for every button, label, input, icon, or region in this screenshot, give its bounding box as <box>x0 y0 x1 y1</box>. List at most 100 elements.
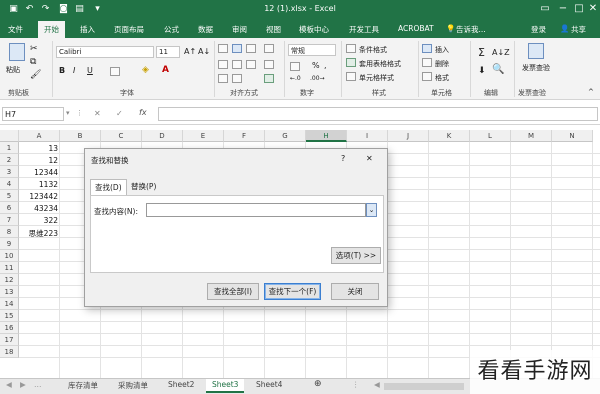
merge-center-icon[interactable] <box>264 74 274 83</box>
row-header[interactable]: 4 <box>0 178 19 190</box>
scroll-sheets-right-icon[interactable]: ▶ <box>20 380 26 389</box>
format-as-table-icon[interactable] <box>346 58 356 67</box>
close-button[interactable]: 关闭 <box>331 283 379 300</box>
autosum-icon[interactable]: Σ <box>478 46 485 59</box>
close-window-icon[interactable]: ✕ <box>586 3 600 14</box>
column-header[interactable]: D <box>142 130 183 142</box>
conditional-format-button[interactable]: 条件格式 <box>359 45 387 55</box>
dialog-close-icon[interactable]: ✕ <box>366 154 373 163</box>
row-header[interactable]: 17 <box>0 334 19 346</box>
row-header[interactable]: 12 <box>0 274 19 286</box>
cell-value[interactable]: 1132 <box>39 180 58 189</box>
find-next-button[interactable]: 查找下一个(F) <box>264 283 321 300</box>
tab-view[interactable]: 视图 <box>266 24 281 35</box>
row-header[interactable]: 11 <box>0 262 19 274</box>
column-header[interactable]: K <box>429 130 470 142</box>
underline-button[interactable]: U <box>87 66 93 75</box>
tell-me-input[interactable]: 告诉我... <box>456 24 486 35</box>
row-header[interactable]: 7 <box>0 214 19 226</box>
font-color-icon[interactable]: A <box>162 65 169 75</box>
cell-value[interactable]: 13 <box>48 144 58 153</box>
conditional-format-icon[interactable] <box>346 44 356 53</box>
hscroll-left-icon[interactable]: ◀ <box>374 380 380 389</box>
decrease-font-icon[interactable]: A↓ <box>198 47 210 56</box>
format-as-table-button[interactable]: 套用表格格式 <box>359 59 401 69</box>
row-header[interactable]: 1 <box>0 142 19 154</box>
fill-icon[interactable]: ⬇ <box>478 66 486 76</box>
bold-button[interactable]: B <box>59 66 65 75</box>
align-bottom-icon[interactable] <box>246 44 256 53</box>
options-button[interactable]: 选项(T) >> <box>331 247 381 264</box>
sort-filter-icon[interactable]: A↓Z <box>492 48 510 57</box>
number-format-select[interactable]: 常规 <box>288 44 336 56</box>
cell-value[interactable]: 43234 <box>34 204 58 213</box>
scroll-sheets-left-icon[interactable]: ◀ <box>6 380 12 389</box>
decrease-decimal-icon[interactable]: .00→ <box>310 75 325 82</box>
insert-cells-icon[interactable] <box>422 44 432 53</box>
column-header[interactable]: J <box>388 130 429 142</box>
tab-template-center[interactable]: 模板中心 <box>299 24 329 35</box>
tab-split-icon[interactable]: ⋮ <box>352 380 360 389</box>
column-header[interactable]: L <box>470 130 511 142</box>
find-history-dropdown-icon[interactable]: ⌄ <box>366 203 377 217</box>
tab-file[interactable]: 文件 <box>8 24 23 35</box>
tab-insert[interactable]: 插入 <box>80 24 95 35</box>
tab-page-layout[interactable]: 页面布局 <box>114 24 144 35</box>
row-header[interactable]: 13 <box>0 286 19 298</box>
insert-cells-button[interactable]: 插入 <box>435 45 449 55</box>
borders-icon[interactable] <box>110 67 120 76</box>
minimize-icon[interactable]: − <box>556 3 570 14</box>
maximize-icon[interactable]: □ <box>572 3 586 14</box>
row-header[interactable]: 18 <box>0 346 19 358</box>
add-sheet-icon[interactable]: ⊕ <box>314 379 322 389</box>
insert-function-icon[interactable]: fx <box>139 108 147 117</box>
tab-data[interactable]: 数据 <box>198 24 213 35</box>
cell-styles-button[interactable]: 单元格样式 <box>359 73 394 83</box>
row-header[interactable]: 5 <box>0 190 19 202</box>
increase-decimal-icon[interactable]: ←.0 <box>290 75 301 82</box>
column-header[interactable]: I <box>347 130 388 142</box>
find-what-input[interactable] <box>146 203 366 217</box>
row-header[interactable]: 9 <box>0 238 19 250</box>
sheet-tab[interactable]: Sheet2 <box>168 380 194 389</box>
align-left-icon[interactable] <box>218 60 228 69</box>
font-name-select[interactable]: Calibri <box>56 46 154 58</box>
fill-color-icon[interactable]: ◈ <box>142 65 149 75</box>
row-header[interactable]: 14 <box>0 298 19 310</box>
delete-cells-button[interactable]: 删除 <box>435 59 449 69</box>
cut-icon[interactable]: ✂ <box>30 44 38 54</box>
comma-style-icon[interactable]: , <box>324 61 327 70</box>
column-header[interactable]: N <box>552 130 593 142</box>
format-cells-icon[interactable] <box>422 72 432 81</box>
row-header[interactable]: 8 <box>0 226 19 238</box>
accounting-format-icon[interactable] <box>290 62 300 71</box>
confirm-entry-icon[interactable]: ✓ <box>116 109 123 118</box>
ribbon-display-icon[interactable]: ▭ <box>538 3 552 14</box>
row-header[interactable]: 16 <box>0 322 19 334</box>
column-header[interactable]: F <box>224 130 265 142</box>
cell-value[interactable]: 123442 <box>29 192 58 201</box>
align-right-icon[interactable] <box>246 60 256 69</box>
format-cells-button[interactable]: 格式 <box>435 73 449 83</box>
sheet-tab[interactable]: 库存清单 <box>68 380 98 391</box>
share-button[interactable]: 共享 <box>571 24 586 35</box>
orientation-icon[interactable] <box>264 44 274 53</box>
sheet-ellipsis-icon[interactable]: … <box>34 380 42 389</box>
cell-value[interactable]: 思维223 <box>29 228 58 239</box>
cell-styles-icon[interactable] <box>346 72 356 81</box>
row-header[interactable]: 10 <box>0 250 19 262</box>
cell-value[interactable]: 12344 <box>34 168 58 177</box>
tab-replace[interactable]: 替换(P) <box>127 179 160 194</box>
select-all-corner[interactable] <box>0 130 19 142</box>
find-select-icon[interactable]: 🔍 <box>492 64 504 75</box>
align-center-icon[interactable] <box>232 60 242 69</box>
decrease-indent-icon[interactable] <box>218 74 228 83</box>
name-box[interactable]: H7 <box>2 107 64 121</box>
invoice-check-button[interactable]: 发票查验 <box>521 64 551 73</box>
column-header[interactable]: G <box>265 130 306 142</box>
paste-button[interactable]: 粘贴 <box>6 65 20 75</box>
name-box-dropdown-icon[interactable]: ▾ <box>66 109 70 117</box>
column-header[interactable]: C <box>101 130 142 142</box>
sheet-tab[interactable]: 采购清单 <box>118 380 148 391</box>
cell-value[interactable]: 12 <box>48 156 58 165</box>
